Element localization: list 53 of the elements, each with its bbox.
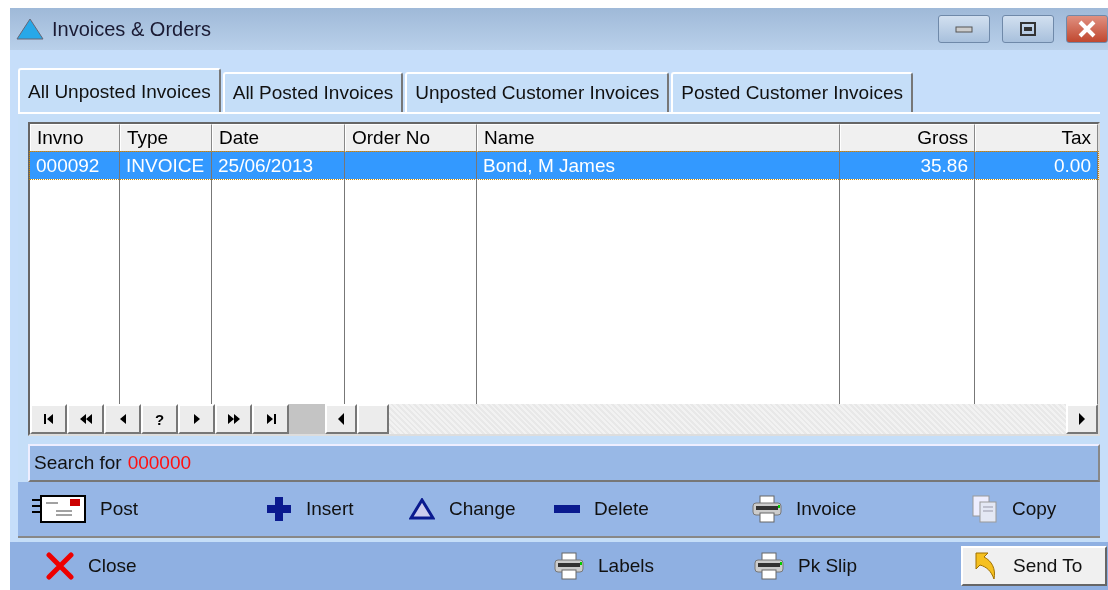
change-button[interactable]: Change xyxy=(409,498,516,520)
tab[interactable]: All Posted Invoices xyxy=(222,72,404,112)
delete-button[interactable]: Delete xyxy=(554,498,649,520)
right-arrow-icon xyxy=(1077,412,1087,426)
navigator-button[interactable] xyxy=(30,404,67,434)
minimize-button[interactable] xyxy=(938,15,990,43)
navigator-button[interactable] xyxy=(252,404,289,434)
print-button[interactable]: Labels xyxy=(554,552,654,580)
printer-icon xyxy=(752,495,782,523)
post-button[interactable]: Post xyxy=(32,494,139,524)
scrollbar-thumb[interactable] xyxy=(357,404,389,434)
envelope-icon xyxy=(32,494,86,524)
column-header[interactable]: Gross xyxy=(840,124,975,152)
tab[interactable]: All Unposted Invoices xyxy=(18,68,221,114)
close-button[interactable]: Close xyxy=(46,552,137,580)
window-title: Invoices & Orders xyxy=(52,17,212,41)
close-icon xyxy=(46,552,74,580)
column-header[interactable]: Order No xyxy=(345,124,477,152)
print-button[interactable]: Invoice xyxy=(752,495,857,523)
printer-icon xyxy=(554,552,584,580)
print-button[interactable]: Pk Slip xyxy=(754,552,858,580)
copy-icon xyxy=(972,495,998,523)
search-value: 000000 xyxy=(127,452,192,474)
scroll-left-button[interactable] xyxy=(325,404,357,434)
app-icon xyxy=(16,18,44,40)
search-label: Search for xyxy=(34,452,122,474)
column-header[interactable]: Date xyxy=(212,124,345,152)
minimize-icon xyxy=(954,25,974,33)
column-header[interactable]: Type xyxy=(120,124,212,152)
triangle-icon xyxy=(409,498,435,520)
maximize-icon xyxy=(1018,21,1038,37)
navigator-spacer xyxy=(289,404,325,434)
close-icon xyxy=(1077,20,1097,38)
column-header[interactable]: Name xyxy=(477,124,840,152)
navigator-button[interactable] xyxy=(178,404,215,434)
copy-button[interactable]: Copy xyxy=(972,495,1057,523)
tab[interactable]: Unposted Customer Invoices xyxy=(405,72,670,112)
tab[interactable]: Posted Customer Invoices xyxy=(671,72,913,112)
insert-button[interactable]: Insert xyxy=(266,496,354,522)
minus-icon xyxy=(554,504,580,514)
printer-icon xyxy=(754,552,784,580)
scroll-right-button[interactable] xyxy=(1066,404,1098,434)
close-button[interactable] xyxy=(1066,15,1108,43)
navigator-button[interactable] xyxy=(215,404,252,434)
navigator-button[interactable] xyxy=(104,404,141,434)
navigator-button[interactable] xyxy=(67,404,104,434)
maximize-button[interactable] xyxy=(1002,15,1054,43)
left-arrow-icon xyxy=(336,412,346,426)
column-header[interactable]: Invno xyxy=(30,124,120,152)
plus-icon xyxy=(266,496,292,522)
help-button[interactable]: ? xyxy=(141,404,178,434)
column-header[interactable]: Tax xyxy=(975,124,1098,152)
send-to-button[interactable]: Send To xyxy=(961,546,1107,586)
